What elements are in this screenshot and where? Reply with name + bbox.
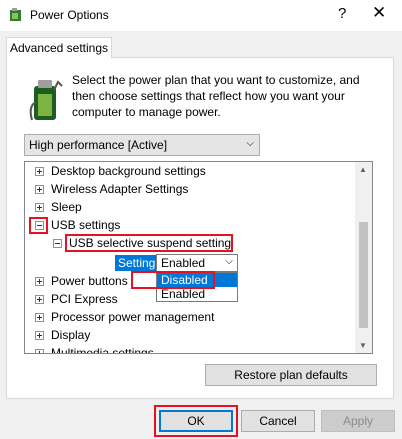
chevron-down-icon: ⌵ xyxy=(225,256,233,267)
scrollbar-thumb[interactable] xyxy=(359,222,368,328)
expand-icon[interactable] xyxy=(35,185,44,194)
expand-icon[interactable] xyxy=(35,349,44,353)
battery-icon xyxy=(29,80,63,121)
title-bar: Power Options ? ✕ xyxy=(0,0,402,31)
help-button[interactable]: ? xyxy=(338,5,346,22)
setting-value-select[interactable]: Enabled ⌵ xyxy=(156,254,238,272)
highlight-box-ok xyxy=(154,405,238,437)
collapse-icon[interactable] xyxy=(53,239,62,248)
settings-tree[interactable]: Desktop background settings Wireless Ada… xyxy=(24,161,373,354)
setting-label: Setting: xyxy=(115,255,162,271)
close-button[interactable]: ✕ xyxy=(372,3,386,23)
plan-select-value: High performance [Active] xyxy=(29,138,168,152)
cancel-button[interactable]: Cancel xyxy=(241,410,315,432)
highlight-box-usb-selective-suspend xyxy=(65,234,233,252)
expand-icon[interactable] xyxy=(35,331,44,340)
power-plan-select[interactable]: High performance [Active] ⌵ xyxy=(24,134,260,156)
highlight-box-disabled-option xyxy=(131,271,215,289)
option-enabled[interactable]: Enabled xyxy=(157,287,237,301)
highlight-box-usb-collapse xyxy=(29,217,48,234)
tree-scrollbar[interactable]: ▲ ▼ xyxy=(355,162,372,353)
power-options-icon xyxy=(10,8,21,21)
apply-button: Apply xyxy=(321,410,395,432)
plan-description: Select the power plan that you want to c… xyxy=(72,73,360,119)
scroll-up-arrow-icon[interactable]: ▲ xyxy=(359,165,367,174)
expand-icon[interactable] xyxy=(35,295,44,304)
tab-advanced-settings[interactable]: Advanced settings xyxy=(6,37,112,58)
expand-icon[interactable] xyxy=(35,167,44,176)
expand-icon[interactable] xyxy=(35,313,44,322)
chevron-down-icon: ⌵ xyxy=(246,138,254,149)
restore-plan-defaults-button[interactable]: Restore plan defaults xyxy=(205,364,377,386)
window-title: Power Options xyxy=(30,8,109,22)
scroll-down-arrow-icon[interactable]: ▼ xyxy=(359,341,367,350)
expand-icon[interactable] xyxy=(35,203,44,212)
expand-icon[interactable] xyxy=(35,277,44,286)
setting-select-value: Enabled xyxy=(161,256,206,270)
